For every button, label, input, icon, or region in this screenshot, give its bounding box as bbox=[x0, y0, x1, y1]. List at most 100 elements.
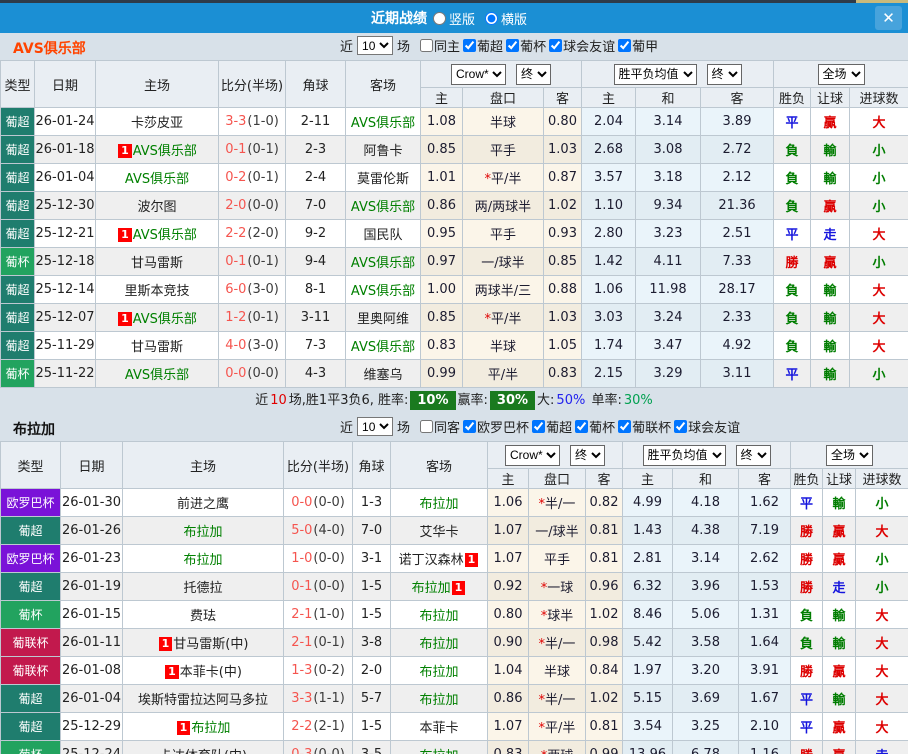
away-team: 艾华卡 bbox=[390, 516, 488, 545]
league-checkbox-input[interactable] bbox=[506, 39, 520, 52]
away-odds: 0.88 bbox=[543, 275, 582, 304]
halftime-score: (3-0) bbox=[247, 338, 279, 353]
score-cell: 2-1(0-1) bbox=[283, 628, 353, 657]
league-filter-checkbox[interactable]: 葡杯 bbox=[575, 417, 615, 436]
league-type-badge: 葡超 bbox=[0, 107, 35, 136]
star-mark: * bbox=[540, 581, 548, 596]
close-button[interactable]: ✕ bbox=[875, 6, 902, 30]
league-checkbox-input[interactable] bbox=[549, 39, 563, 52]
result-handicap: 輸 bbox=[810, 163, 851, 192]
odds-final-select[interactable]: 终 bbox=[570, 444, 605, 466]
league-type-badge: 葡杯 bbox=[0, 359, 35, 388]
games-count-select[interactable]: 10 bbox=[357, 417, 394, 436]
odds-source-select[interactable]: Crow* bbox=[505, 444, 560, 466]
team-section-2: 布拉加 近 10 场 同客 欧罗巴杯 葡超 葡杯 葡联杯 球会友谊 类型 日期 主场 比… bbox=[0, 414, 908, 754]
result-goals: 小 bbox=[849, 135, 908, 164]
mean-group-header: 胜平负均值终 bbox=[621, 441, 792, 469]
corner-score: 4-3 bbox=[285, 359, 346, 388]
mean-select[interactable]: 胜平负均值 bbox=[613, 63, 697, 85]
away-odds: 0.80 bbox=[543, 107, 582, 136]
fulltime-score: 6-0 bbox=[225, 282, 247, 297]
home-team: 卡莎皮亚 bbox=[95, 107, 219, 136]
matches-table: 类型 日期 主场 比分(半场) 角球 客场 Crow*终 胜平负均值终 全场 bbox=[0, 441, 908, 754]
away-odds: 0.83 bbox=[543, 359, 582, 388]
league-filter-checkbox[interactable]: 葡超 bbox=[532, 417, 572, 436]
mean-away: 2.62 bbox=[737, 544, 792, 573]
mean-final-select[interactable]: 终 bbox=[706, 63, 742, 85]
league-checkbox-input[interactable] bbox=[532, 420, 546, 433]
score-cell: 0-0(0-0) bbox=[218, 359, 286, 388]
result-goals: 大 bbox=[855, 684, 908, 713]
result-goals: 大 bbox=[855, 600, 908, 629]
league-filter-checkbox[interactable]: 球会友谊 bbox=[549, 36, 615, 55]
away-odds: 0.82 bbox=[585, 488, 623, 517]
fulltime-score: 2-0 bbox=[225, 198, 247, 213]
home-odds: 1.07 bbox=[487, 516, 529, 545]
layout-vertical-radio[interactable]: 竖版 bbox=[432, 9, 475, 28]
away-odds: 1.02 bbox=[543, 191, 582, 220]
match-date: 25-12-21 bbox=[34, 219, 96, 248]
vertical-radio-input[interactable] bbox=[432, 11, 446, 25]
games-suffix-label: 场 bbox=[397, 40, 411, 55]
away-team: 布拉加 bbox=[390, 488, 488, 517]
league-filter-label: 欧罗巴杯 bbox=[477, 421, 530, 436]
league-filter-checkbox[interactable]: 葡甲 bbox=[618, 36, 658, 55]
league-checkbox-input[interactable] bbox=[618, 420, 632, 433]
match-row: 葡超 26-01-24 卡莎皮亚 3-3(1-0) 2-11 AVS俱乐部 1.08 半球 0.… bbox=[0, 107, 908, 136]
team-label: 布拉加 bbox=[419, 497, 459, 512]
league-checkbox-input[interactable] bbox=[674, 420, 688, 433]
mean-final-select[interactable]: 终 bbox=[735, 444, 771, 466]
league-filter-checkbox[interactable]: 葡超 bbox=[463, 36, 503, 55]
score-cell: 5-0(4-0) bbox=[283, 516, 353, 545]
handicap-line: *半/一 bbox=[528, 684, 586, 713]
halftime-score: (4-0) bbox=[313, 523, 345, 538]
mean-away: 1.31 bbox=[737, 600, 792, 629]
league-checkbox-input[interactable] bbox=[463, 420, 477, 433]
home-odds: 1.08 bbox=[420, 107, 463, 136]
same-venue-label: 同客 bbox=[434, 421, 461, 436]
league-filter-checkbox[interactable]: 葡杯 bbox=[506, 36, 546, 55]
scope-select[interactable]: 全场 bbox=[817, 63, 865, 85]
subcol-mean-away: 客 bbox=[699, 87, 775, 108]
league-filter-checkbox[interactable]: 葡联杯 bbox=[618, 417, 671, 436]
handicap-line: *平/半 bbox=[462, 303, 544, 332]
mean-home: 4.99 bbox=[622, 488, 673, 517]
star-mark: * bbox=[541, 749, 548, 754]
league-filter-checkbox[interactable]: 球会友谊 bbox=[674, 417, 740, 436]
fulltime-score: 0-2 bbox=[225, 170, 247, 185]
mean-select[interactable]: 胜平负均值 bbox=[642, 444, 726, 466]
mean-away: 3.11 bbox=[699, 359, 775, 388]
mean-draw: 3.96 bbox=[672, 572, 739, 601]
scope-select[interactable]: 全场 bbox=[826, 444, 874, 466]
league-checkbox-input[interactable] bbox=[575, 420, 589, 433]
league-checkbox-input[interactable] bbox=[463, 39, 477, 52]
home-odds: 0.95 bbox=[420, 219, 463, 248]
match-row: 葡超 25-12-29 1 布拉加 2-2(2-1) 1-5 本菲卡 1.07 *平/半 0.81… bbox=[0, 712, 908, 741]
league-checkbox-input[interactable] bbox=[618, 39, 632, 52]
same-venue-checkbox[interactable]: 同客 bbox=[420, 417, 460, 436]
col-corner: 角球 bbox=[285, 60, 346, 108]
result-handicap: 輸 bbox=[822, 628, 857, 657]
layout-horizontal-radio[interactable]: 横版 bbox=[485, 9, 527, 28]
result-handicap: 輸 bbox=[810, 303, 851, 332]
result-goals: 小 bbox=[855, 572, 908, 601]
home-team: 托德拉 bbox=[122, 572, 284, 601]
halftime-score: (1-0) bbox=[247, 114, 279, 129]
same-venue-checkbox-input[interactable] bbox=[420, 39, 434, 52]
horizontal-radio-input[interactable] bbox=[485, 11, 498, 25]
mean-draw: 3.18 bbox=[635, 163, 701, 192]
odds-final-select[interactable]: 终 bbox=[516, 63, 551, 85]
games-count-select[interactable]: 10 bbox=[357, 36, 394, 55]
match-row: 葡杯 26-01-15 费珐 2-1(1-0) 1-5 布拉加 0.80 *球半 1.02 8.4… bbox=[0, 600, 908, 629]
league-filter-label: 葡杯 bbox=[589, 421, 616, 436]
handicap-line: *平/半 bbox=[462, 163, 544, 192]
team-label: AVS俱乐部 bbox=[124, 368, 190, 383]
away-odds: 1.03 bbox=[543, 303, 582, 332]
league-type-badge: 葡超 bbox=[0, 163, 35, 192]
league-filter-checkbox[interactable]: 欧罗巴杯 bbox=[463, 417, 529, 436]
corner-score: 1-3 bbox=[352, 488, 391, 517]
odds-source-select[interactable]: Crow* bbox=[451, 63, 506, 85]
same-venue-checkbox[interactable]: 同主 bbox=[420, 36, 460, 55]
league-type-badge: 葡联杯 bbox=[0, 656, 61, 685]
same-venue-checkbox-input[interactable] bbox=[420, 420, 434, 433]
